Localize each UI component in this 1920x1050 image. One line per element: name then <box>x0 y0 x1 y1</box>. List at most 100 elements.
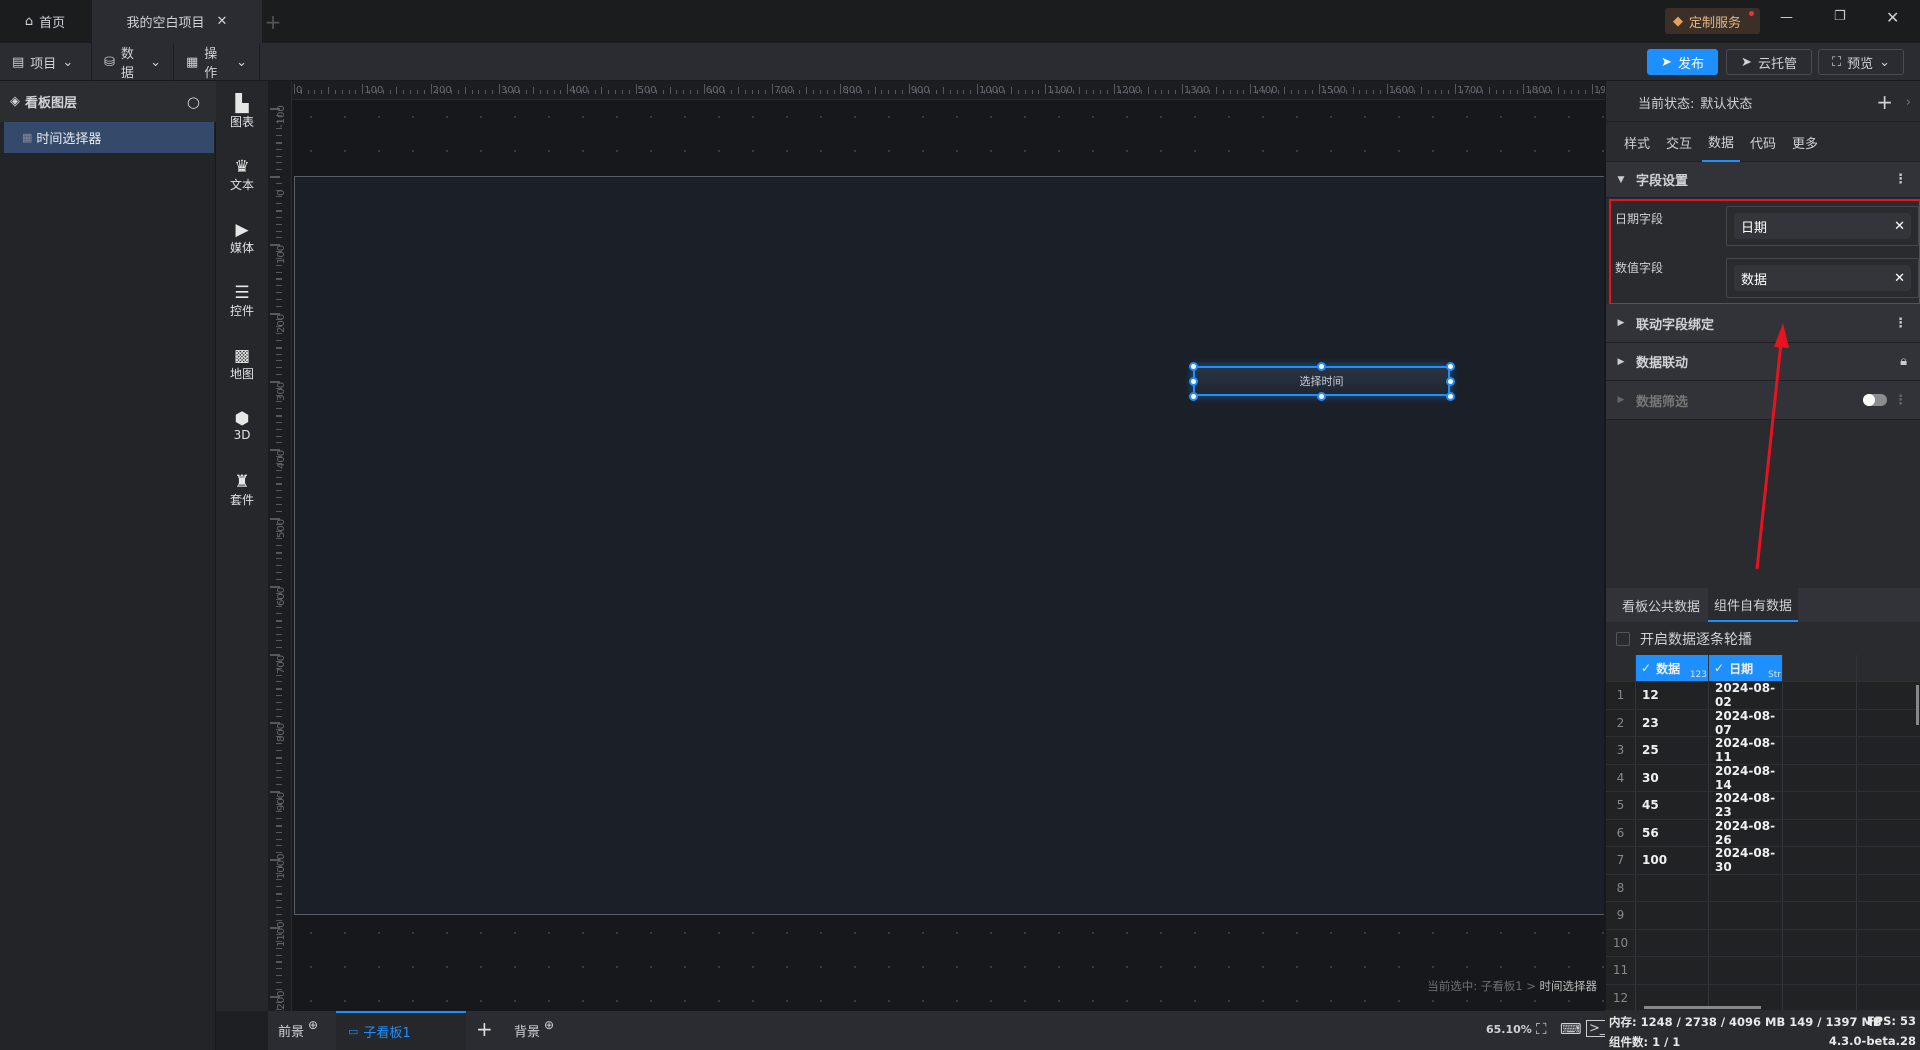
cell-empty[interactable] <box>1783 737 1857 764</box>
cell-value[interactable] <box>1636 929 1709 956</box>
cell-value[interactable] <box>1636 902 1709 929</box>
component-control[interactable]: ☰ 控件 <box>216 284 268 319</box>
header-cell[interactable]: ✓ 数据 123 <box>1636 655 1709 681</box>
cell-empty[interactable] <box>1783 984 1857 1010</box>
clear-icon[interactable]: ✕ <box>1894 219 1905 234</box>
table-row[interactable]: 4 30 2024-08-14 <box>1606 764 1920 792</box>
foreground-tab[interactable]: 前景 ⊕ <box>278 1011 318 1050</box>
component-map[interactable]: ▩ 地图 <box>216 347 268 382</box>
close-tab-icon[interactable]: ✕ <box>217 14 228 29</box>
table-row[interactable]: 9 <box>1606 902 1920 930</box>
cell-empty[interactable] <box>1783 957 1857 984</box>
cell-value[interactable]: 45 <box>1636 792 1709 819</box>
preview-button[interactable]: ⛶ 预览 ⌄ <box>1818 49 1904 75</box>
section-data-filter[interactable]: ▶ 数据筛选 ⋮ <box>1606 381 1920 420</box>
cell-value[interactable]: 100 <box>1636 847 1709 874</box>
tab-data[interactable]: 数据 <box>1702 122 1740 162</box>
date-field-select[interactable]: 日期 ✕ <box>1726 206 1919 246</box>
keyboard-icon[interactable]: ⌨ <box>1560 1020 1582 1038</box>
background-tab[interactable]: 背景 ⊕ <box>514 1011 554 1050</box>
resize-handle[interactable] <box>1446 362 1455 371</box>
section-data-linkage[interactable]: ▶ 数据联动 🔒︎ <box>1606 343 1920 381</box>
cell-date[interactable]: 2024-08-07 <box>1709 709 1783 737</box>
menu-operate[interactable]: ▦ 操作 ⌄ <box>174 43 260 81</box>
add-state-icon[interactable]: + <box>1876 90 1893 114</box>
resize-handle[interactable] <box>1189 377 1198 386</box>
resize-handle[interactable] <box>1189 362 1198 371</box>
publish-button[interactable]: ➤ 发布 <box>1647 49 1718 75</box>
table-row[interactable]: 3 25 2024-08-11 <box>1606 736 1920 765</box>
grid-scrollbar-horizontal[interactable] <box>1644 1006 1761 1009</box>
add-circle-icon[interactable]: ⊕ <box>544 1018 554 1032</box>
cell-empty[interactable] <box>1783 764 1857 791</box>
carousel-option[interactable]: 开启数据逐条轮播 <box>1606 622 1920 655</box>
section-linkage-binding[interactable]: ▶ 联动字段绑定 ⋮ <box>1606 304 1920 343</box>
header-cell[interactable] <box>1857 655 1920 681</box>
cell-date[interactable]: 2024-08-14 <box>1709 764 1783 792</box>
carousel-checkbox[interactable] <box>1616 631 1630 646</box>
data-grid[interactable]: ✓ 数据 123 ✓ 日期 Str 1 12 2024-08-02 2 23 2024-08-07 3 2… <box>1606 655 1920 1010</box>
table-row[interactable]: 5 45 2024-08-23 <box>1606 791 1920 820</box>
tab-code[interactable]: 代码 <box>1744 122 1782 162</box>
zoom-level[interactable]: 65.10% <box>1486 1023 1532 1036</box>
layer-item[interactable]: ▦ 时间选择器 <box>4 122 214 153</box>
cell-empty[interactable] <box>1783 792 1857 819</box>
header-cell[interactable] <box>1783 655 1857 681</box>
grid-scrollbar-vertical[interactable] <box>1916 685 1919 725</box>
fit-screen-icon[interactable]: ⛶ <box>1536 1020 1547 1038</box>
component-chart[interactable]: ▙ 图表 <box>216 95 268 130</box>
header-cell[interactable] <box>1606 655 1636 681</box>
resize-handle[interactable] <box>1317 362 1326 371</box>
cell-empty[interactable] <box>1783 874 1857 901</box>
more-vertical-icon[interactable]: ⋮ <box>1894 316 1907 331</box>
resize-handle[interactable] <box>1317 392 1326 401</box>
resize-handle[interactable] <box>1189 392 1198 401</box>
menu-project[interactable]: ▤ 项目 ⌄ <box>0 43 92 81</box>
custom-service-button[interactable]: ◆ 定制服务 <box>1665 8 1760 34</box>
state-value[interactable]: 默认状态 <box>1700 93 1752 112</box>
subboard-tab[interactable]: ▭ 子看板1 <box>336 1011 466 1050</box>
tab-project[interactable]: 我的空白项目 ✕ <box>92 0 262 43</box>
cell-date[interactable]: 2024-08-26 <box>1709 819 1783 847</box>
cell-value[interactable]: 12 <box>1636 682 1709 709</box>
more-vertical-icon[interactable]: ⋮ <box>1894 393 1907 408</box>
cloud-host-button[interactable]: ➤ 云托管 <box>1726 49 1812 75</box>
value-field-select[interactable]: 数据 ✕ <box>1726 258 1919 298</box>
tab-more[interactable]: 更多 <box>1786 122 1824 162</box>
minimize-icon[interactable]: — <box>1780 10 1793 25</box>
cell-value[interactable] <box>1636 874 1709 901</box>
cell-date[interactable]: 2024-08-23 <box>1709 791 1783 819</box>
cell-date[interactable] <box>1709 874 1783 901</box>
tab-public-data[interactable]: 看板公共数据 <box>1616 588 1706 622</box>
component-3d[interactable]: ⬢ 3D <box>216 410 268 442</box>
filter-toggle[interactable] <box>1863 394 1887 406</box>
resize-handle[interactable] <box>1446 392 1455 401</box>
menu-data[interactable]: ⛁ 数据 ⌄ <box>92 43 174 81</box>
table-row[interactable]: 7 100 2024-08-30 <box>1606 846 1920 875</box>
resize-handle[interactable] <box>1446 377 1455 386</box>
section-field-settings[interactable]: ▼ 字段设置 ⋮ <box>1606 162 1920 198</box>
canvas-area[interactable]: 0 100 200 300 400 500 600 700 800 900 1000 1100 1200… <box>268 81 1605 1011</box>
table-row[interactable]: 2 23 2024-08-07 <box>1606 709 1920 737</box>
clear-icon[interactable]: ✕ <box>1894 271 1905 286</box>
cell-value[interactable]: 25 <box>1636 737 1709 764</box>
cell-value[interactable] <box>1636 957 1709 984</box>
component-text[interactable]: ♛ 文本 <box>216 158 268 193</box>
tab-home[interactable]: ⌂ 首页 <box>0 0 90 43</box>
component-kit[interactable]: ♜ 套件 <box>216 473 268 508</box>
cell-date[interactable] <box>1709 902 1783 929</box>
cell-date[interactable]: 2024-08-30 <box>1709 846 1783 874</box>
cell-empty[interactable] <box>1783 929 1857 956</box>
tab-component-data[interactable]: 组件自有数据 <box>1708 588 1799 622</box>
cell-empty[interactable] <box>1783 709 1857 736</box>
table-row[interactable]: 6 56 2024-08-26 <box>1606 819 1920 847</box>
cell-empty[interactable] <box>1783 847 1857 874</box>
cell-date[interactable]: 2024-08-02 <box>1709 681 1783 709</box>
cell-value[interactable]: 56 <box>1636 819 1709 846</box>
table-row[interactable]: 8 <box>1606 874 1920 902</box>
more-vertical-icon[interactable]: ⋮ <box>1894 172 1907 187</box>
cell-date[interactable]: 2024-08-11 <box>1709 736 1783 764</box>
table-row[interactable]: 1 12 2024-08-02 <box>1606 681 1920 710</box>
cell-date[interactable] <box>1709 929 1783 956</box>
add-board-button[interactable]: + <box>476 1017 493 1041</box>
